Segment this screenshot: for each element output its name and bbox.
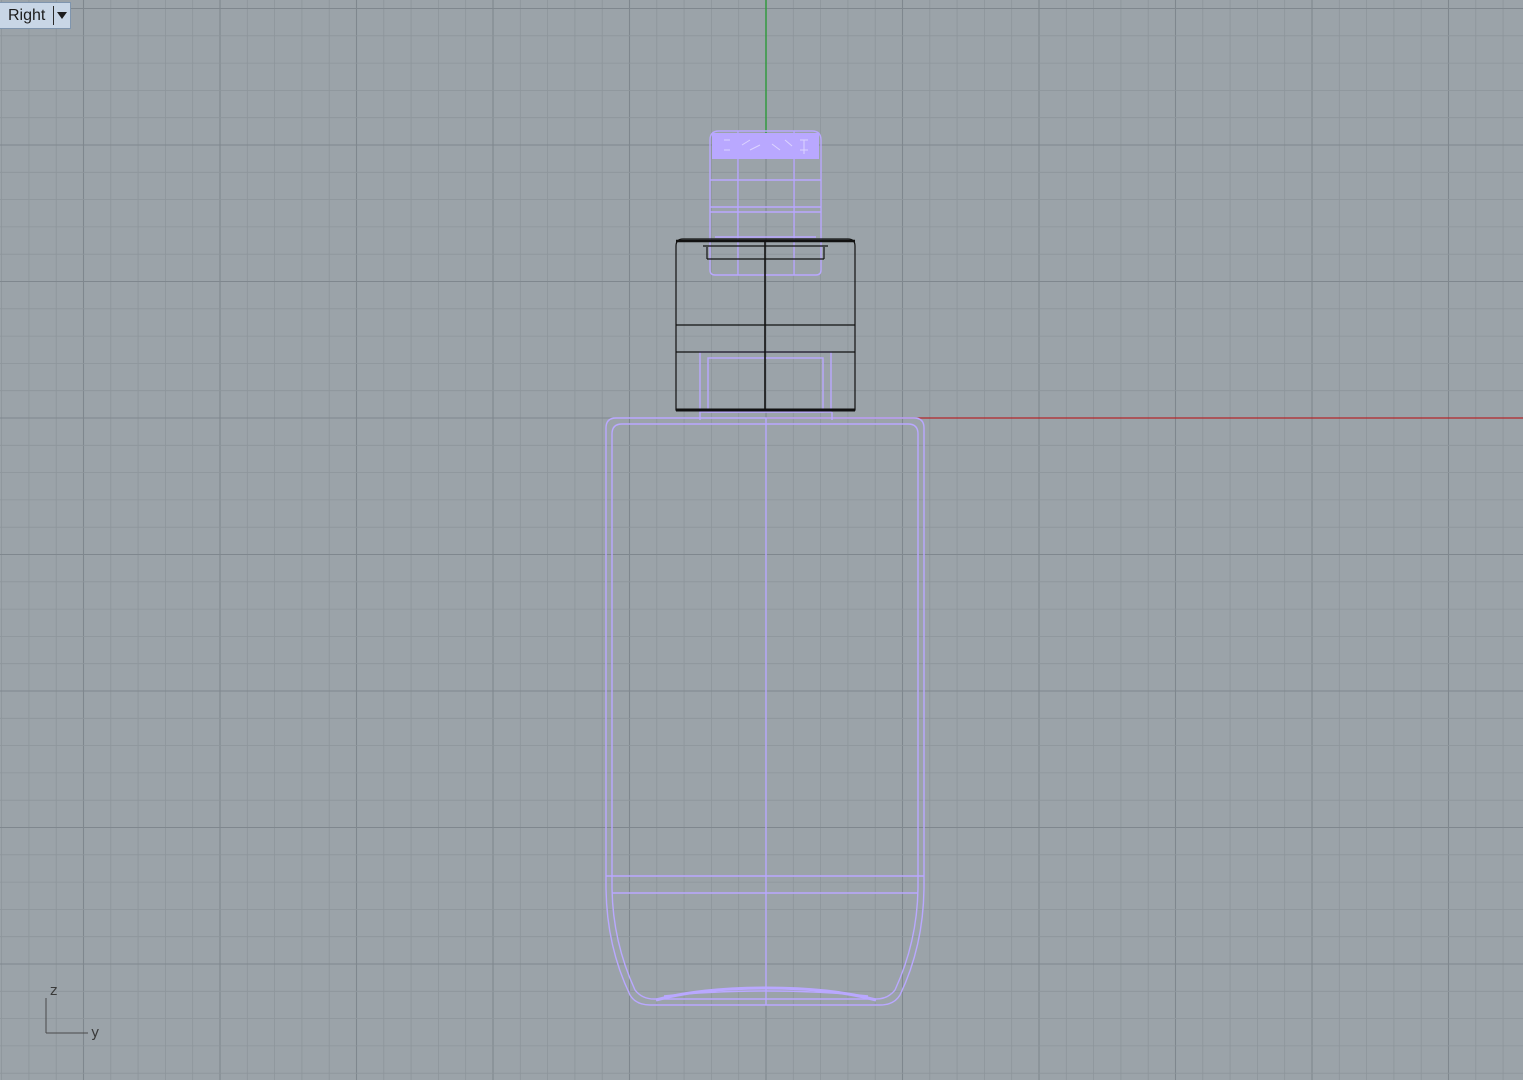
viewport-title-label[interactable]: Right [0,3,53,28]
collar-wireframe[interactable] [675,238,856,412]
viewport-canvas[interactable]: z y [0,0,1523,1080]
construction-grid [0,0,1523,1080]
axis-widget-y-label: y [91,1025,99,1041]
viewport-title-tab[interactable]: Right [0,2,72,29]
triangle-down-icon[interactable] [54,3,70,28]
bottle-body-wireframe[interactable] [605,351,925,1006]
right-viewport[interactable]: z y Right [0,0,1523,1080]
axis-widget: z y [45,983,99,1041]
axis-widget-z-label: z [50,983,57,999]
